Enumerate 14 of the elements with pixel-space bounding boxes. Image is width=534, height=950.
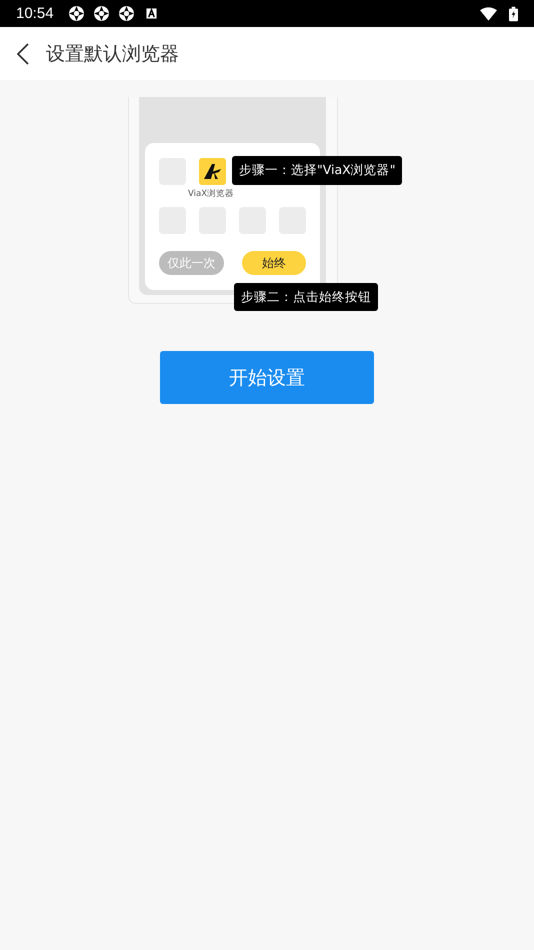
step-tooltip: 步骤二：点击始终按钮 <box>234 283 378 311</box>
start-setup-button[interactable]: 开始设置 <box>160 351 374 404</box>
wifi-icon <box>480 6 497 20</box>
app-logo-icon <box>199 158 226 185</box>
status-time: 10:54 <box>16 5 54 22</box>
back-icon[interactable] <box>17 42 29 64</box>
battery-icon <box>509 6 518 22</box>
aperture-icon <box>92 5 110 22</box>
app-label: ViaX浏览器 <box>188 188 234 200</box>
aperture-icon <box>68 5 85 22</box>
step-tooltip: 步骤一：选择"ViaX浏览器" <box>232 156 402 185</box>
font-icon <box>146 8 157 19</box>
aperture-icon <box>118 5 135 22</box>
page-title: 设置默认浏览器 <box>46 42 179 66</box>
